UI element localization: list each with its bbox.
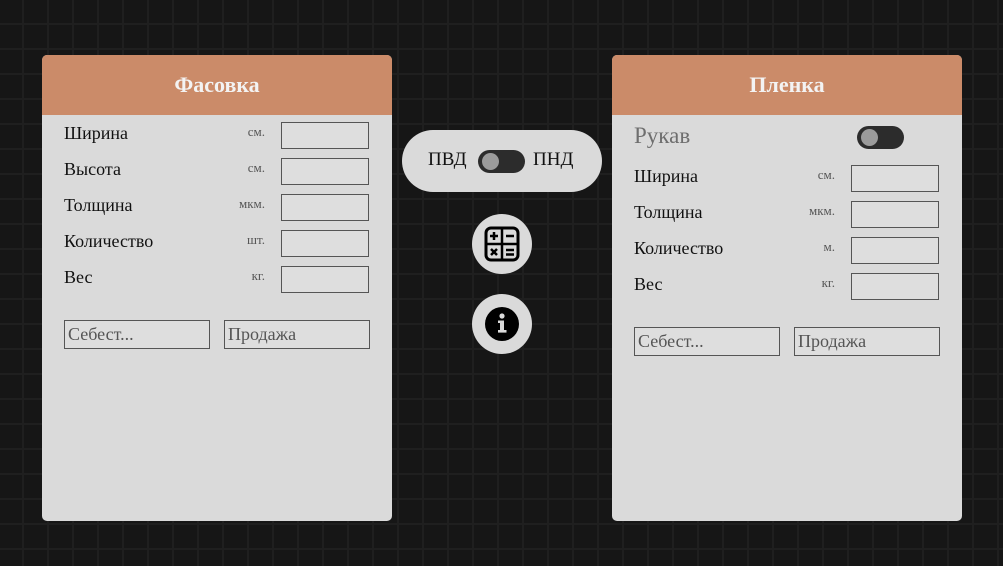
packaging-width-row: Ширина см. bbox=[64, 122, 369, 152]
info-button[interactable] bbox=[472, 294, 532, 354]
packaging-quantity-input[interactable] bbox=[281, 230, 369, 257]
packaging-weight-unit: кг. bbox=[251, 268, 265, 283]
film-thickness-input[interactable] bbox=[851, 201, 939, 228]
material-toggle-knob bbox=[482, 153, 499, 170]
sleeve-label: Рукав bbox=[634, 123, 691, 148]
packaging-cost-input[interactable] bbox=[64, 320, 210, 349]
film-sale-input[interactable] bbox=[794, 327, 940, 356]
film-weight-unit: кг. bbox=[821, 275, 835, 290]
packaging-weight-input[interactable] bbox=[281, 266, 369, 293]
film-width-input[interactable] bbox=[851, 165, 939, 192]
film-weight-input[interactable] bbox=[851, 273, 939, 300]
packaging-thickness-unit: мкм. bbox=[238, 196, 265, 211]
film-quantity-input[interactable] bbox=[851, 237, 939, 264]
film-cost-input[interactable] bbox=[634, 327, 780, 356]
packaging-weight-row: Вес кг. bbox=[64, 266, 369, 296]
packaging-panel: Фасовка Ширина см. Высота см. Толщина мк… bbox=[42, 55, 392, 521]
packaging-height-unit: см. bbox=[247, 160, 265, 175]
info-icon bbox=[485, 307, 519, 341]
material-switch: ПВД ПНД bbox=[402, 130, 602, 192]
calculator-icon bbox=[484, 226, 520, 262]
film-panel: Пленка Рукав Ширина см. Толщина мкм. Кол… bbox=[612, 55, 962, 521]
film-quantity-row: Количество м. bbox=[634, 237, 939, 267]
packaging-quantity-unit: шт. bbox=[247, 232, 265, 247]
sleeve-toggle[interactable] bbox=[857, 126, 904, 149]
packaging-width-unit: см. bbox=[247, 124, 265, 139]
packaging-height-label: Высота bbox=[64, 159, 121, 179]
material-toggle[interactable] bbox=[478, 150, 525, 173]
film-width-row: Ширина см. bbox=[634, 165, 939, 195]
packaging-weight-label: Вес bbox=[64, 267, 93, 287]
calculate-button[interactable] bbox=[472, 214, 532, 274]
film-weight-row: Вес кг. bbox=[634, 273, 939, 303]
film-weight-label: Вес bbox=[634, 274, 663, 294]
packaging-thickness-input[interactable] bbox=[281, 194, 369, 221]
packaging-width-input[interactable] bbox=[281, 122, 369, 149]
material-pvd-label: ПВД bbox=[428, 149, 467, 170]
film-panel-title: Пленка bbox=[612, 55, 962, 115]
packaging-height-row: Высота см. bbox=[64, 158, 369, 188]
packaging-thickness-row: Толщина мкм. bbox=[64, 194, 369, 224]
packaging-width-label: Ширина bbox=[64, 123, 129, 143]
packaging-thickness-label: Толщина bbox=[64, 195, 133, 215]
film-quantity-unit: м. bbox=[823, 239, 835, 254]
film-width-unit: см. bbox=[817, 167, 835, 182]
material-pnd-label: ПНД bbox=[533, 149, 574, 170]
packaging-sale-input[interactable] bbox=[224, 320, 370, 349]
film-thickness-label: Толщина bbox=[634, 202, 703, 222]
packaging-quantity-label: Количество bbox=[64, 231, 154, 251]
film-thickness-row: Толщина мкм. bbox=[634, 201, 939, 231]
film-thickness-unit: мкм. bbox=[808, 203, 835, 218]
film-quantity-label: Количество bbox=[634, 238, 724, 258]
film-width-label: Ширина bbox=[634, 166, 699, 186]
packaging-quantity-row: Количество шт. bbox=[64, 230, 369, 260]
sleeve-toggle-knob bbox=[861, 129, 878, 146]
packaging-panel-title: Фасовка bbox=[42, 55, 392, 115]
packaging-height-input[interactable] bbox=[281, 158, 369, 185]
